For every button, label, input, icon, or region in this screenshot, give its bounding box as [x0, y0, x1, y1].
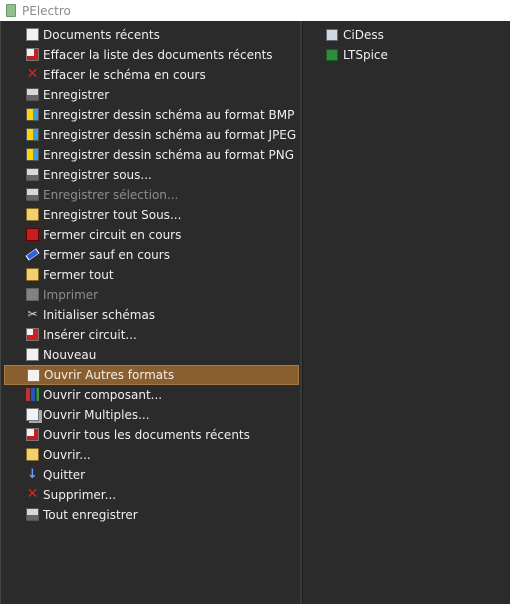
menu-item[interactable]: Fermer sauf en cours: [4, 245, 299, 265]
menu-item[interactable]: Enregistrer dessin schéma au format PNG: [4, 145, 299, 165]
left-pane: Documents récents Effacer la liste des do…: [0, 21, 300, 604]
menu-item[interactable]: Ouvrir...: [4, 445, 299, 465]
save-selection-icon: [26, 188, 39, 201]
save-all-icon: [26, 508, 39, 521]
menu-item-label: Nouveau: [43, 348, 97, 362]
menu-item[interactable]: Effacer la liste des documents récents: [4, 45, 299, 65]
menu-item-label: Ouvrir Autres formats: [44, 368, 175, 382]
menu-item-label: Enregistrer: [43, 88, 110, 102]
menu-item[interactable]: Ouvrir Multiples...: [4, 405, 299, 425]
menu-item-label: Enregistrer dessin schéma au format BMP: [43, 108, 295, 122]
close-others-icon: [25, 248, 40, 261]
delete-x-icon: ✕: [26, 486, 39, 502]
menu-item-label: Documents récents: [43, 28, 160, 42]
menu-item[interactable]: Enregistrer dessin schéma au format BMP: [4, 105, 299, 125]
menu-item-label: Initialiser schémas: [43, 308, 156, 322]
menu-item[interactable]: Enregistrer sélection...: [4, 185, 299, 205]
submenu-item[interactable]: LTSpice: [326, 45, 388, 65]
right-pane: CiDess LTSpice: [302, 21, 510, 604]
menu-item[interactable]: Ouvrir composant...: [4, 385, 299, 405]
menu-list: Documents récents Effacer la liste des do…: [4, 25, 299, 525]
save-as-icon: [26, 168, 39, 181]
menu-item-label: Ouvrir...: [43, 448, 91, 462]
menu-item-label: Fermer circuit en cours: [43, 228, 182, 242]
menu-item-label: Enregistrer sous...: [43, 168, 152, 182]
open-all-recent-icon: [26, 428, 39, 441]
menu-item[interactable]: Enregistrer sous...: [4, 165, 299, 185]
submenu-list: CiDess LTSpice: [326, 25, 388, 65]
close-circuit-icon: [26, 228, 39, 241]
save-all-as-icon: [26, 208, 39, 221]
menu-item[interactable]: ↓ Quitter: [4, 465, 299, 485]
open-component-icon: [26, 388, 39, 401]
menu-item-label: Enregistrer dessin schéma au format JPEG: [43, 128, 297, 142]
save-icon: [26, 88, 39, 101]
menu-item-label: Enregistrer sélection...: [43, 188, 179, 202]
open-other-formats-icon: [27, 369, 40, 382]
window-title: PElectro: [22, 3, 71, 18]
app-icon: [6, 4, 16, 17]
menu-item-label: Ouvrir tous les documents récents: [43, 428, 250, 442]
clear-list-icon: [26, 48, 39, 61]
submenu-item[interactable]: CiDess: [326, 25, 388, 45]
menu-item-label: Effacer la liste des documents récents: [43, 48, 273, 62]
quit-arrow-icon: ↓: [27, 467, 38, 482]
menu-item-label: Enregistrer dessin schéma au format PNG: [43, 148, 295, 162]
cidess-icon: [326, 29, 338, 41]
submenu-item-label: LTSpice: [343, 48, 388, 62]
menu-item[interactable]: Nouveau: [4, 345, 299, 365]
menu-item-label: Insérer circuit...: [43, 328, 137, 342]
menu-item[interactable]: Enregistrer tout Sous...: [4, 205, 299, 225]
menu-item[interactable]: Ouvrir tous les documents récents: [4, 425, 299, 445]
menu-item[interactable]: Fermer tout: [4, 265, 299, 285]
printer-icon: [26, 288, 39, 301]
recent-documents-icon: [26, 28, 39, 41]
ltspice-icon: [326, 49, 338, 61]
menu-item-label: Fermer sauf en cours: [43, 248, 170, 262]
menu-item-label: Ouvrir composant...: [43, 388, 163, 402]
image-export-icon: [26, 128, 39, 141]
menu-item[interactable]: Ouvrir Autres formats: [4, 365, 299, 385]
menu-item-label: Enregistrer tout Sous...: [43, 208, 182, 222]
menu-item-label: Tout enregistrer: [43, 508, 138, 522]
menu-item-label: Fermer tout: [43, 268, 114, 282]
submenu-item-label: CiDess: [343, 28, 384, 42]
menu-item[interactable]: ✕ Supprimer...: [4, 485, 299, 505]
menu-item[interactable]: Enregistrer dessin schéma au format JPEG: [4, 125, 299, 145]
image-export-icon: [26, 108, 39, 121]
menu-item[interactable]: ✕ Effacer le schéma en cours: [4, 65, 299, 85]
menu-item[interactable]: Enregistrer: [4, 85, 299, 105]
menu-item-label: Imprimer: [43, 288, 99, 302]
close-all-icon: [26, 268, 39, 281]
insert-circuit-icon: [26, 328, 39, 341]
menu-item[interactable]: Documents récents: [4, 25, 299, 45]
menu-item[interactable]: ✂ Initialiser schémas: [4, 305, 299, 325]
menu-item[interactable]: Fermer circuit en cours: [4, 225, 299, 245]
menu-item[interactable]: Insérer circuit...: [4, 325, 299, 345]
delete-x-icon: ✕: [26, 66, 39, 82]
menu-item-label: Quitter: [43, 468, 86, 482]
menu-item[interactable]: Tout enregistrer: [4, 505, 299, 525]
image-export-icon: [26, 148, 39, 161]
title-bar: PElectro: [0, 0, 510, 21]
new-document-icon: [26, 348, 39, 361]
tools-icon: ✂: [27, 307, 38, 321]
menu-item-label: Effacer le schéma en cours: [43, 68, 206, 82]
menu-item[interactable]: Imprimer: [4, 285, 299, 305]
open-folder-icon: [26, 448, 39, 461]
menu-item-label: Supprimer...: [43, 488, 117, 502]
menu-item-label: Ouvrir Multiples...: [43, 408, 150, 422]
open-multiple-icon: [26, 408, 39, 421]
